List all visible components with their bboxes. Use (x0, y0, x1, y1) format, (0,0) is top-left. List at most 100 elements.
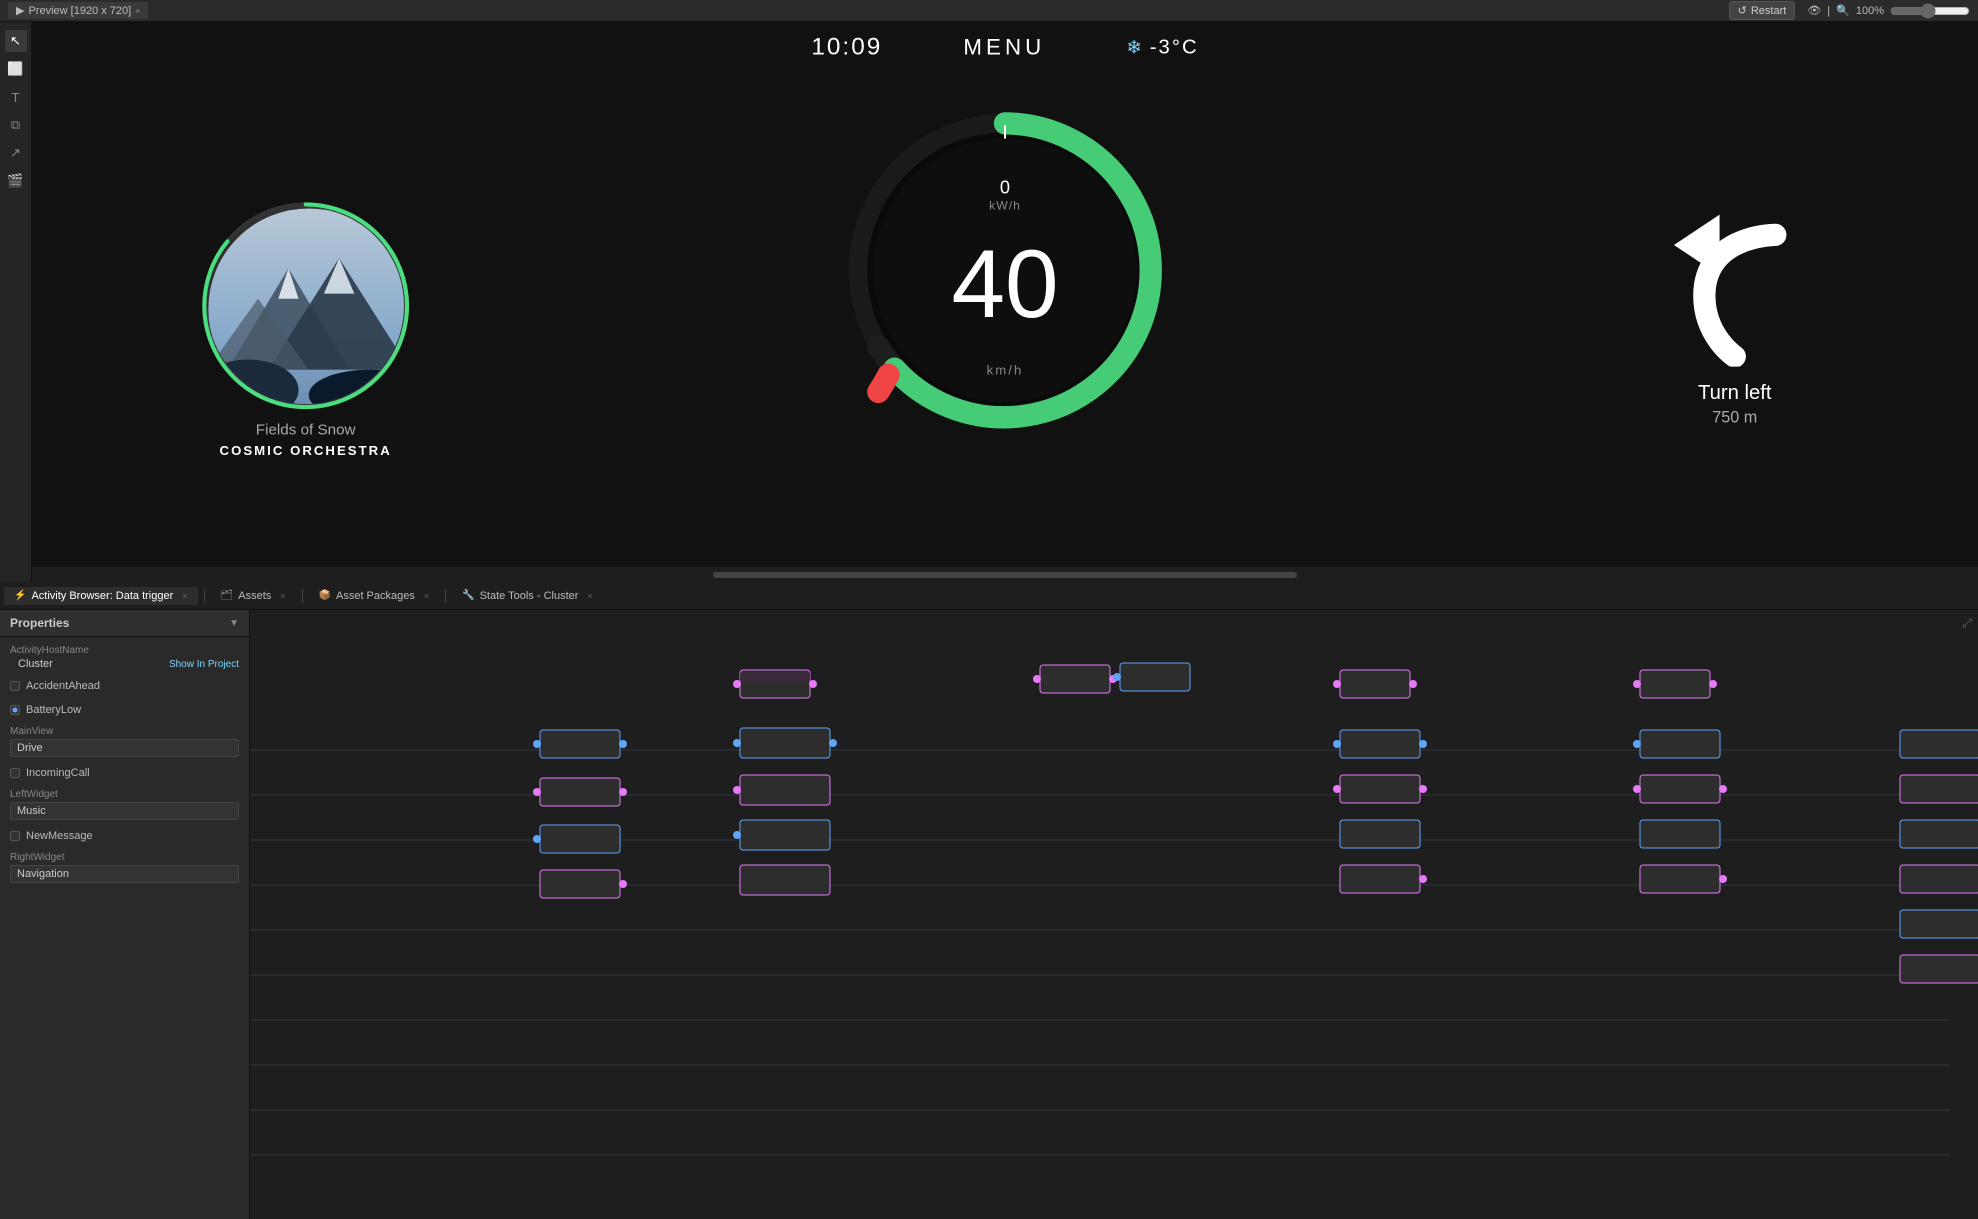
props-collapse-button[interactable]: ▼ (229, 618, 239, 629)
speedometer: 0 kW/h 40 km/h (838, 103, 1172, 437)
main-view-select[interactable]: Drive (10, 739, 239, 757)
album-progress-ring (200, 200, 411, 411)
turn-direction: Turn left (1633, 382, 1836, 405)
artist-name: COSMIC ORCHESTRA (184, 443, 427, 458)
temperature: -3°C (1150, 36, 1199, 59)
right-widget-select[interactable]: Navigation (10, 865, 239, 883)
restart-label: Restart (1751, 5, 1786, 17)
close-icon[interactable]: × (135, 6, 140, 16)
tab-asset-packages-label: Asset Packages (336, 590, 415, 602)
battery-low-checkbox[interactable] (10, 705, 20, 715)
sidebar-video-tool[interactable]: 🎬 (5, 170, 27, 192)
speed-display: 40 (951, 237, 1058, 333)
tab-activity-browser[interactable]: ⚡ Activity Browser: Data trigger × (4, 587, 198, 605)
right-widget-label: RightWidget (10, 852, 239, 863)
dashboard: 10:09 MENU ❄ -3°C (32, 22, 1978, 582)
activity-host-row: Cluster Show In Project (10, 658, 239, 670)
snowflake-icon: ❄ (1126, 37, 1143, 58)
main-view-select-row: Drive (10, 739, 239, 757)
new-message-label: NewMessage (26, 830, 93, 842)
window-title-bar: ▶ Preview [1920 x 720] × ↺ Restart 👁 | 🔍… (0, 0, 1978, 22)
tab-asset-packages[interactable]: 📦 Asset Packages × (309, 587, 440, 605)
tab-state-tools[interactable]: 🔧 State Tools - Cluster × (452, 587, 603, 605)
song-title: Fields of Snow (184, 421, 427, 438)
sidebar-share-tool[interactable]: ↗ (5, 142, 27, 164)
dash-topbar: 10:09 MENU ❄ -3°C (32, 22, 1978, 73)
new-message-checkbox[interactable] (10, 831, 20, 841)
toolbar-right: ↺ Restart 👁 | 🔍 100% (1729, 1, 1970, 20)
incoming-call-row: IncomingCall (10, 765, 239, 781)
activity-host-name-label: ActivityHostName (10, 645, 239, 656)
accident-ahead-checkbox[interactable] (10, 681, 20, 691)
zoom-control: 👁 | 🔍 100% (1807, 3, 1970, 19)
sidebar-text-tool[interactable]: T (5, 86, 27, 108)
sidebar-frame-tool[interactable]: ⬜ (5, 58, 27, 80)
restart-button[interactable]: ↺ Restart (1729, 1, 1796, 20)
window-tab[interactable]: ▶ Preview [1920 x 720] × (8, 2, 148, 19)
bottom-panel: ⚡ Activity Browser: Data trigger × 🗂 Ass… (0, 582, 1978, 1219)
eye-icon[interactable]: 👁 (1807, 4, 1821, 17)
show-in-project-button[interactable]: Show In Project (169, 659, 239, 670)
props-header: Properties ▼ (0, 610, 249, 637)
preview-icon: ▶ (16, 4, 24, 17)
zoom-separator: | (1827, 5, 1830, 17)
activity-host-value: Cluster (10, 658, 53, 670)
scroll-thumb[interactable] (713, 572, 1297, 578)
power-value: 0 (989, 177, 1021, 198)
tab-state-tools-close[interactable]: × (587, 591, 592, 601)
node-graph-svg (250, 610, 1978, 1219)
tabs-row: ⚡ Activity Browser: Data trigger × 🗂 Ass… (0, 582, 1978, 610)
nav-widget: Turn left 750 m (1633, 204, 1836, 427)
window-title: Preview [1920 x 720] (28, 5, 131, 17)
speed-value: 40 (951, 237, 1058, 333)
power-display: 0 kW/h (989, 177, 1021, 212)
node-graph[interactable]: ⤢ (250, 610, 1978, 1219)
tab-state-tools-label: State Tools - Cluster (480, 590, 579, 602)
incoming-call-checkbox[interactable] (10, 768, 20, 778)
new-message-row: NewMessage (10, 828, 239, 844)
expand-icon[interactable]: ⤢ (1962, 616, 1972, 631)
tab-activity-browser-close[interactable]: × (182, 591, 187, 601)
left-sidebar: ↖ ⬜ T ⧉ ↗ 🎬 (0, 22, 32, 582)
activity-host-name-group: ActivityHostName Cluster Show In Project (10, 645, 239, 670)
tab-assets-label: Assets (238, 590, 271, 602)
battery-low-label: BatteryLow (26, 704, 81, 716)
activity-browser-icon: ⚡ (14, 590, 26, 601)
tab-separator-3 (445, 589, 446, 603)
left-widget-group: LeftWidget Music (10, 789, 239, 820)
preview-scrollbar[interactable] (32, 566, 1978, 582)
zoom-icon: 🔍 (1836, 4, 1850, 17)
dash-menu: MENU (963, 34, 1045, 60)
state-tools-icon: 🔧 (462, 590, 474, 601)
left-widget-select-row: Music (10, 802, 239, 820)
right-widget-group: RightWidget Navigation (10, 852, 239, 883)
zoom-slider[interactable] (1890, 3, 1970, 19)
accident-ahead-label: AccidentAhead (26, 680, 100, 692)
main-view-label: MainView (10, 726, 239, 737)
assets-icon: 🗂 (221, 590, 234, 601)
dash-time: 10:09 (811, 33, 882, 61)
tab-assets[interactable]: 🗂 Assets × (211, 587, 296, 605)
sidebar-cursor-tool[interactable]: ↖ (5, 30, 27, 52)
zoom-level: 100% (1856, 5, 1884, 17)
turn-distance: 750 m (1633, 409, 1836, 427)
right-widget-select-row: Navigation (10, 865, 239, 883)
incoming-call-label: IncomingCall (26, 767, 90, 779)
dash-weather: ❄ -3°C (1126, 36, 1198, 59)
restart-icon: ↺ (1738, 4, 1747, 17)
tab-separator-1 (204, 589, 205, 603)
bottom-content: Properties ▼ ActivityHostName Cluster Sh… (0, 610, 1978, 1219)
album-art-container (204, 204, 407, 407)
tab-assets-close[interactable]: × (280, 591, 285, 601)
asset-packages-icon: 📦 (319, 590, 331, 601)
main-view-group: MainView Drive (10, 726, 239, 757)
battery-low-row: BatteryLow (10, 702, 239, 718)
speed-unit: km/h (987, 362, 1024, 377)
accident-ahead-row: AccidentAhead (10, 678, 239, 694)
sidebar-layers-tool[interactable]: ⧉ (5, 114, 27, 136)
props-body: ActivityHostName Cluster Show In Project… (0, 637, 249, 891)
tab-asset-packages-close[interactable]: × (424, 591, 429, 601)
music-widget: Fields of Snow COSMIC ORCHESTRA (184, 204, 427, 457)
left-widget-select[interactable]: Music (10, 802, 239, 820)
tab-separator-2 (302, 589, 303, 603)
